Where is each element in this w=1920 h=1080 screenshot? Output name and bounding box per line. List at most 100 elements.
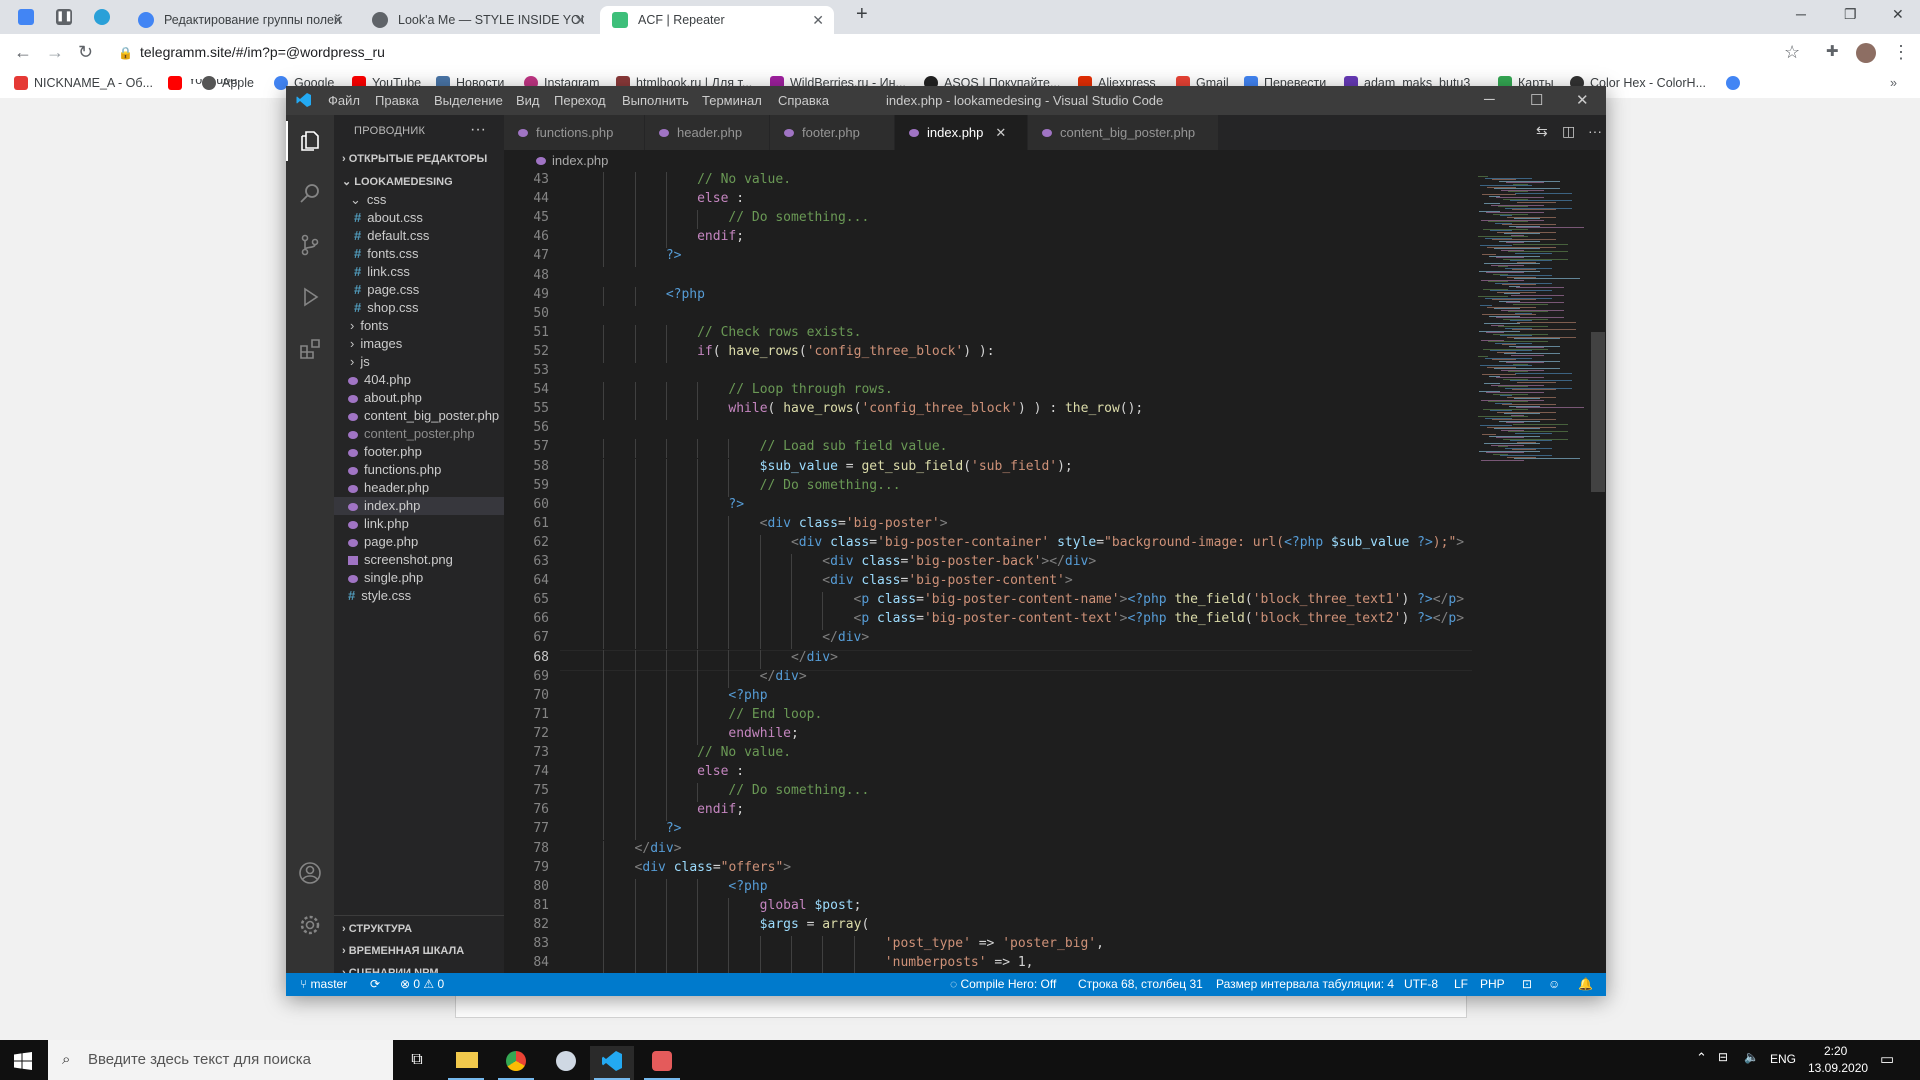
tab-footer-php[interactable]: footer.php <box>770 115 894 150</box>
url-field[interactable]: telegramm.site/#/im?p=@wordpress_ru <box>140 44 385 60</box>
tree-item[interactable]: screenshot.png <box>334 551 504 569</box>
tree-item[interactable]: single.php <box>334 569 504 587</box>
minimap[interactable] <box>1474 172 1584 973</box>
tab-header-php[interactable]: header.php <box>645 115 769 150</box>
app-icon[interactable] <box>640 1046 684 1080</box>
menu-run[interactable]: Выполнить <box>622 93 689 108</box>
pause-icon[interactable]: ❚❚ <box>56 9 73 25</box>
tree-item[interactable]: › images <box>334 335 504 353</box>
more-actions-icon[interactable]: ··· <box>470 121 486 139</box>
accounts-icon[interactable] <box>298 861 322 885</box>
compare-changes-icon[interactable]: ⇆ <box>1536 123 1548 140</box>
tab-index-php[interactable]: index.php ✕ <box>895 115 1027 150</box>
notification-center-icon[interactable]: ▭ <box>1880 1050 1894 1068</box>
close-window-icon[interactable]: ✕ <box>1892 6 1904 23</box>
tab-content-big-poster-php[interactable]: content_big_poster.php <box>1028 115 1218 150</box>
extensions-icon[interactable]: ✚ <box>1826 42 1839 60</box>
back-icon[interactable]: ← <box>14 42 32 63</box>
tree-item[interactable]: # style.css <box>334 587 504 605</box>
file-explorer-app[interactable] <box>444 1046 488 1080</box>
menu-terminal[interactable]: Терминал <box>702 93 762 108</box>
tree-item[interactable]: › js <box>334 353 504 371</box>
tree-item[interactable]: # default.css <box>334 227 504 245</box>
minimize-icon[interactable]: ─ <box>1484 91 1495 108</box>
cursor-position[interactable]: Строка 68, столбец 31 <box>1078 973 1203 996</box>
open-editors-section[interactable]: › ОТКРЫТЫЕ РЕДАКТОРЫ <box>342 153 487 165</box>
restore-icon[interactable]: ❐ <box>1844 6 1857 23</box>
tree-item[interactable]: # about.css <box>334 209 504 227</box>
browser-tab-3[interactable]: ACF | Repeater ✕ <box>600 6 834 34</box>
menu-icon[interactable]: ⋮ <box>1892 42 1910 63</box>
bookmark-item[interactable]: NICKNAME_A - Об... <box>14 76 153 90</box>
clock-date[interactable]: 13.09.2020 <box>1808 1061 1868 1075</box>
tree-item[interactable]: › fonts <box>334 317 504 335</box>
indentation[interactable]: Размер интервала табуляции: 4 <box>1216 973 1394 996</box>
tree-item[interactable]: ⌄ css <box>334 191 504 209</box>
menu-edit[interactable]: Правка <box>375 93 419 108</box>
language-mode[interactable]: PHP <box>1480 973 1505 996</box>
windows-start-icon[interactable] <box>14 1052 32 1070</box>
tree-item[interactable]: # link.css <box>334 263 504 281</box>
minimize-icon[interactable]: ─ <box>1796 6 1806 22</box>
close-icon[interactable]: ✕ <box>1576 91 1589 109</box>
encoding[interactable]: UTF-8 <box>1404 973 1438 996</box>
avatar[interactable] <box>1856 43 1876 63</box>
steam-app[interactable] <box>544 1046 588 1080</box>
menu-file[interactable]: Файл <box>328 93 360 108</box>
sync-icon[interactable]: ⟳ <box>370 973 380 996</box>
menu-help[interactable]: Справка <box>778 93 829 108</box>
problems-indicator[interactable]: ⊗ 0 ⚠ 0 <box>400 973 444 996</box>
tab-functions-php[interactable]: functions.php <box>504 115 644 150</box>
maximize-icon[interactable]: ☐ <box>1530 91 1543 109</box>
source-control-icon[interactable] <box>298 233 322 257</box>
more-bookmarks-icon[interactable]: » <box>1890 76 1897 90</box>
browser-tab-1[interactable]: Редактирование группы полей ✕ <box>126 6 354 34</box>
chevron-up-icon[interactable]: ⌃ <box>1696 1050 1707 1066</box>
tree-item[interactable]: header.php <box>334 479 504 497</box>
tree-item[interactable]: content_big_poster.php <box>334 407 504 425</box>
tree-item[interactable]: functions.php <box>334 461 504 479</box>
volume-icon[interactable]: 🔈 <box>1744 1050 1759 1064</box>
browser-tab-2[interactable]: Look'a Me — STYLE INSIDE YOU ✕ <box>360 6 596 34</box>
taskbar-search[interactable]: ⌕ Введите здесь текст для поиска <box>48 1040 393 1080</box>
bookmark-star-icon[interactable]: ☆ <box>1784 42 1800 63</box>
project-section[interactable]: ⌄ LOOKAMEDESING <box>342 175 453 188</box>
close-tab-icon[interactable]: ✕ <box>995 125 1006 140</box>
code-editor[interactable]: 43 // No value. 44 else : 45 // Do something.… <box>504 172 1474 973</box>
outline-section[interactable]: › СТРУКТУРА <box>342 923 412 935</box>
compile-hero-status[interactable]: ◌ Compile Hero: Off <box>950 973 1056 996</box>
tree-item[interactable]: index.php <box>334 497 504 515</box>
breadcrumb-item[interactable]: index.php <box>552 153 608 168</box>
run-debug-icon[interactable] <box>298 285 322 309</box>
bookmark-item[interactable]: Apple <box>202 76 254 90</box>
chrome-app[interactable] <box>494 1046 538 1080</box>
tree-item[interactable]: content_poster.php <box>334 425 504 443</box>
task-view-icon[interactable]: ⧉ <box>395 1046 439 1080</box>
close-icon[interactable]: ✕ <box>332 12 344 29</box>
close-icon[interactable]: ✕ <box>574 12 586 29</box>
menu-go[interactable]: Переход <box>554 93 606 108</box>
layout-icon[interactable]: ⊡ <box>1522 973 1532 996</box>
scrollbar[interactable] <box>1591 172 1605 973</box>
extensions-icon[interactable] <box>298 337 322 361</box>
tree-item[interactable]: page.php <box>334 533 504 551</box>
scrollbar-thumb[interactable] <box>1591 332 1605 492</box>
network-icon[interactable]: ⊟ <box>1718 1050 1728 1064</box>
menu-selection[interactable]: Выделение <box>434 93 503 108</box>
tree-item[interactable]: footer.php <box>334 443 504 461</box>
more-actions-icon[interactable]: ··· <box>1588 123 1602 139</box>
timeline-section[interactable]: › ВРЕМЕННАЯ ШКАЛА <box>342 945 464 957</box>
gear-icon[interactable] <box>298 913 322 937</box>
translate-extension-icon[interactable] <box>18 9 34 25</box>
menu-view[interactable]: Вид <box>516 93 540 108</box>
close-icon[interactable]: ✕ <box>812 12 824 29</box>
tree-item[interactable]: # fonts.css <box>334 245 504 263</box>
lock-icon[interactable]: 🔒 <box>118 46 133 60</box>
branch-indicator[interactable]: ⑂ master <box>300 973 347 996</box>
search-icon[interactable] <box>298 181 322 205</box>
tree-item[interactable]: # shop.css <box>334 299 504 317</box>
tree-item[interactable]: link.php <box>334 515 504 533</box>
clock-time[interactable]: 2:20 <box>1824 1044 1847 1058</box>
forward-icon[interactable]: → <box>46 42 64 63</box>
bookmark-item[interactable] <box>1726 76 1746 90</box>
